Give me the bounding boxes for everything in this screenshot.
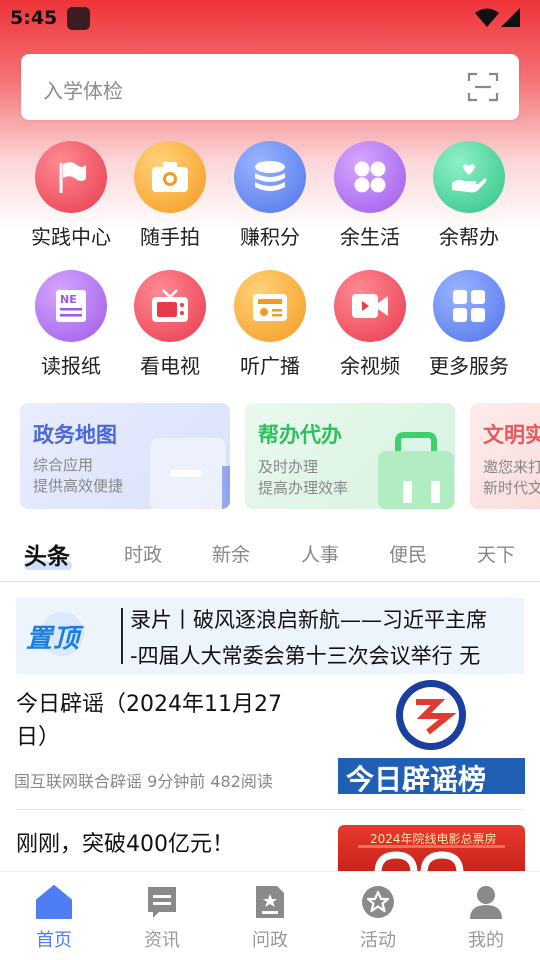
inquiry-icon (256, 886, 284, 918)
pinned-headline-2: -四届人大常委会第十三次会议举行 无 (130, 644, 481, 668)
pinned-badge: 置顶 (22, 610, 116, 660)
scan-icon[interactable] (467, 71, 499, 103)
tab-personnel[interactable]: 人事 (301, 540, 339, 567)
status-time: 5:45 (10, 7, 58, 29)
news-meta: 国互联网联合辟谣 9分钟前 482阅读 (14, 772, 273, 791)
service-more[interactable]: 更多服务 (419, 270, 519, 379)
card-title: 政务地图 (33, 423, 117, 447)
card-subtitle: 综合应用 (33, 456, 94, 474)
activity-icon (362, 886, 394, 918)
card-civilization-practice[interactable]: 文明实 邀您来打 新时代文 (470, 403, 540, 509)
feature-cards: 政务地图 综合应用 提供高效便捷 帮办代办 及时办理 提高办理效率 文明实 邀您… (20, 403, 540, 509)
pinned-divider (121, 608, 123, 664)
service-label: 读报纸 (41, 354, 101, 378)
card-help-service[interactable]: 帮办代办 及时办理 提高办理效率 (245, 403, 455, 509)
news-title[interactable]: 今日辟谣（2024年11月27日） (16, 688, 306, 754)
list-divider (16, 809, 524, 810)
service-yu-help[interactable]: 余帮办 (419, 141, 519, 250)
tv-icon (134, 270, 206, 342)
card-title: 帮办代办 (258, 423, 342, 447)
search-bar[interactable]: 入学体检 (21, 54, 519, 120)
service-label: 余生活 (340, 225, 400, 249)
box-office-graphic-icon (358, 845, 505, 873)
service-label: 余帮办 (439, 225, 499, 249)
category-tabs: 头条 时政 新余 人事 便民 天下 (0, 534, 540, 582)
service-tv[interactable]: 看电视 (120, 270, 220, 379)
radio-icon (234, 270, 306, 342)
nav-label: 问政 (252, 930, 288, 951)
pinned-badge-label: 置顶 (26, 624, 81, 654)
service-label: 更多服务 (429, 354, 509, 378)
home-icon (36, 885, 72, 919)
camera-icon (134, 141, 206, 213)
tab-headlines[interactable]: 头条 (24, 537, 70, 571)
news-image-caption: 今日辟谣榜 (346, 763, 487, 794)
card-title: 文明实 (483, 423, 540, 447)
coins-icon (234, 141, 306, 213)
pinned-headline-1: 录片丨破风逐浪启新航——习近平主席 (130, 608, 487, 632)
nav-home[interactable]: 首页 (14, 884, 94, 952)
service-yu-life[interactable]: 余生活 (320, 141, 420, 250)
bottom-navigation: 首页 资讯 问政 活动 我的 (0, 871, 540, 960)
card-subtitle: 及时办理 (258, 458, 319, 476)
news-title[interactable]: 刚刚，突破400亿元！ (16, 826, 234, 858)
newspaper-icon: NE (35, 270, 107, 342)
nav-label: 活动 (360, 930, 396, 951)
nav-news[interactable]: 资讯 (122, 884, 202, 952)
service-newspaper[interactable]: NE 读报纸 (21, 270, 121, 379)
service-practice-center[interactable]: 实践中心 (21, 141, 121, 250)
clover-icon (334, 141, 406, 213)
service-label: 随手拍 (140, 225, 200, 249)
card-subtitle: 提供高效便捷 (33, 477, 124, 495)
profile-icon (470, 886, 502, 919)
pinned-news[interactable]: 置顶 录片丨破风逐浪启新航——习近平主席 -四届人大常委会第十三次会议举行 无 (16, 598, 524, 674)
service-label: 实践中心 (31, 225, 111, 249)
tab-world[interactable]: 天下 (477, 540, 515, 567)
map-card-icon (150, 438, 230, 509)
service-label: 听广播 (240, 354, 300, 378)
service-earn-points[interactable]: 赚积分 (220, 141, 320, 250)
grid-icon (433, 270, 505, 342)
card-subtitle: 新时代文 (483, 479, 540, 497)
video-icon (334, 270, 406, 342)
service-label: 看电视 (140, 354, 200, 378)
status-bar: 5:45 (0, 0, 540, 36)
cellular-signal-icon (501, 8, 520, 27)
news-thumbnail[interactable]: 今日辟谣榜 (338, 680, 525, 794)
flag-icon (35, 141, 107, 213)
nav-label: 资讯 (144, 930, 180, 951)
tab-xinyu[interactable]: 新余 (212, 540, 250, 567)
svg-text:NE: NE (60, 293, 77, 306)
service-snapshot[interactable]: 随手拍 (120, 141, 220, 250)
heart-hand-icon (433, 141, 505, 213)
nav-label: 我的 (468, 930, 504, 951)
search-placeholder: 入学体检 (43, 79, 123, 103)
tab-public-service[interactable]: 便民 (389, 540, 427, 567)
card-government-map[interactable]: 政务地图 综合应用 提供高效便捷 (20, 403, 230, 509)
card-subtitle: 邀您来打 (483, 458, 540, 476)
tab-politics[interactable]: 时政 (124, 540, 162, 567)
service-label: 余视频 (340, 354, 400, 378)
news-thumbnail[interactable]: 2024年院线电影总票房 (338, 825, 525, 873)
wifi-icon (475, 8, 499, 27)
nav-label: 首页 (36, 930, 72, 951)
app-notification-icon (67, 7, 90, 30)
briefcase-card-icon (378, 432, 454, 509)
card-subtitle: 提高办理效率 (258, 479, 349, 497)
service-radio[interactable]: 听广播 (220, 270, 320, 379)
news-icon (148, 887, 176, 918)
nav-profile[interactable]: 我的 (446, 884, 526, 952)
service-label: 赚积分 (240, 225, 300, 249)
service-yu-video[interactable]: 余视频 (320, 270, 420, 379)
nav-inquiry[interactable]: 问政 (230, 884, 310, 952)
nav-activity[interactable]: 活动 (338, 884, 418, 952)
